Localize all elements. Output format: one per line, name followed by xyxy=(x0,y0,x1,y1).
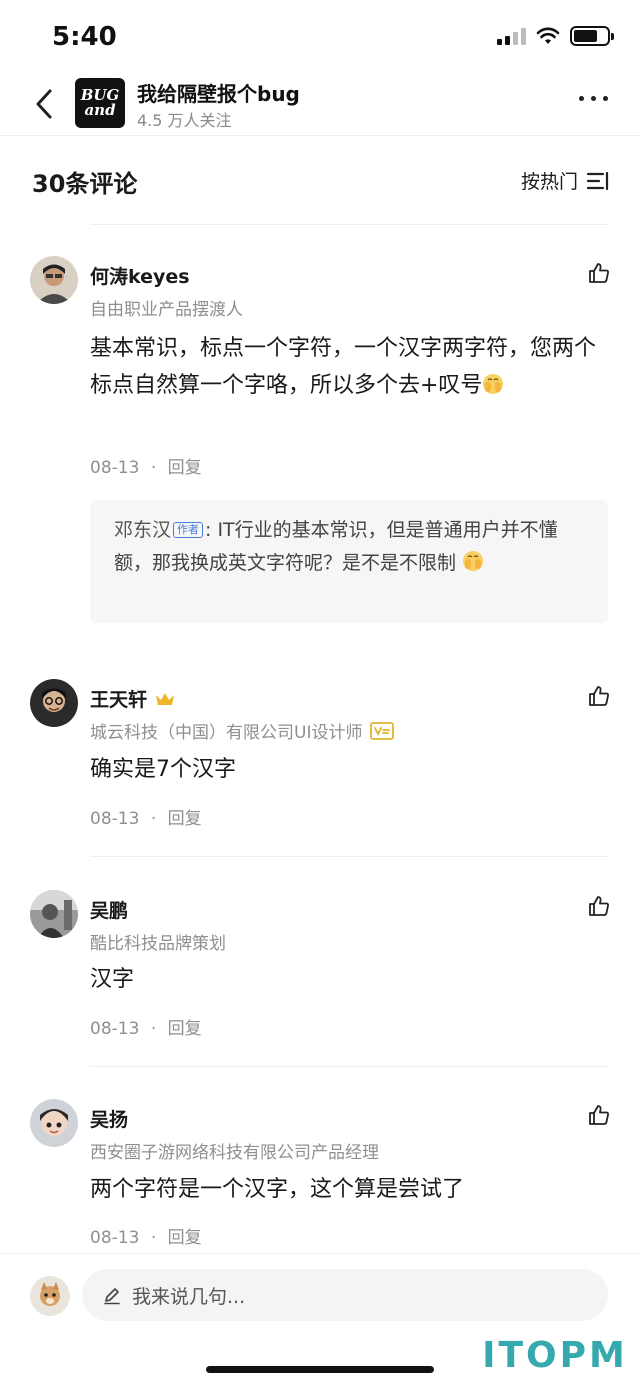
meta-separator: · xyxy=(150,1019,157,1039)
comment-meta: 08-13 · 回复 xyxy=(90,804,202,829)
more-dots-icon xyxy=(579,96,584,101)
comment-text: 两个字符是一个汉字，这个算是尝试了 xyxy=(90,1177,465,1202)
reply-link[interactable]: 回复 xyxy=(168,458,202,478)
avatar[interactable] xyxy=(30,679,78,727)
comment-meta: 08-13 · 回复 xyxy=(90,453,202,478)
sort-button[interactable]: 按热门 xyxy=(521,167,610,194)
divider xyxy=(90,224,608,225)
comment-author-title: 城云科技（中国）有限公司UI设计师 xyxy=(90,718,395,743)
comment-author-title-text: 城云科技（中国）有限公司UI设计师 xyxy=(90,723,363,743)
thumbs-up-icon[interactable] xyxy=(588,685,610,707)
comment-input-placeholder: 我来说几句... xyxy=(132,1285,246,1308)
meta-separator: · xyxy=(150,809,157,829)
signal-icon xyxy=(497,27,526,45)
topic-logo[interactable]: BUG and xyxy=(75,78,125,128)
comment-author[interactable]: 王天轩 xyxy=(90,685,175,712)
status-bar: 5:40 xyxy=(0,0,640,74)
comment-text-content: 基本常识，标点一个字符，一个汉字两字符，您两个标点自然算一个字咯，所以多个去+叹… xyxy=(90,336,597,398)
comment-text: 基本常识，标点一个字符，一个汉字两字符，您两个标点自然算一个字咯，所以多个去+叹… xyxy=(90,330,606,404)
reply-link[interactable]: 回复 xyxy=(168,1228,202,1248)
comment-date: 08-13 xyxy=(90,1019,140,1039)
comment-author[interactable]: 吴扬 xyxy=(90,1105,128,1132)
comment-author-title: 自由职业产品摆渡人 xyxy=(90,300,243,320)
sort-lines-icon xyxy=(586,171,609,190)
comments-header: 30条评论 按热门 xyxy=(0,137,640,225)
comment-input-bar: 我来说几句... ITOPM xyxy=(0,1253,640,1385)
chevron-left-icon xyxy=(36,89,52,119)
comment-text: 汉字 xyxy=(90,967,135,992)
comment-meta: 08-13 · 回复 xyxy=(90,1014,202,1039)
more-button[interactable] xyxy=(579,96,608,101)
watermark: ITOPM xyxy=(474,1329,636,1381)
thumbs-up-icon[interactable] xyxy=(588,262,610,284)
wifi-icon xyxy=(536,27,560,44)
comment-author[interactable]: 何涛keyes xyxy=(90,262,190,289)
v-badge-icon xyxy=(370,721,395,740)
comment-author-title: 西安圈子游网络科技有限公司产品经理 xyxy=(90,1143,379,1163)
avatar[interactable] xyxy=(30,256,78,304)
sort-label: 按热门 xyxy=(520,171,578,193)
avatar[interactable] xyxy=(30,1276,70,1316)
smile-emoji-icon xyxy=(463,551,484,571)
follower-count: 4.5 万人关注 xyxy=(137,111,232,130)
comment-meta: 08-13 · 回复 xyxy=(90,1223,202,1248)
smile-emoji-icon xyxy=(483,374,504,394)
divider xyxy=(90,1066,608,1067)
author-badge: 作者 xyxy=(173,522,204,538)
thumbs-up-icon[interactable] xyxy=(588,895,610,917)
home-indicator[interactable] xyxy=(206,1366,434,1373)
comment-text: 确实是7个汉字 xyxy=(90,757,236,782)
avatar[interactable] xyxy=(30,890,78,938)
avatar[interactable] xyxy=(30,1099,78,1147)
reply-author[interactable]: 邓东汉 xyxy=(114,519,171,541)
logo-text-bottom: and xyxy=(84,101,116,119)
status-icons xyxy=(497,26,614,46)
comments-count: 30条评论 xyxy=(32,170,138,198)
status-time: 5:40 xyxy=(52,22,117,52)
comment-date: 08-13 xyxy=(90,1228,140,1248)
battery-icon xyxy=(570,26,614,46)
reply-preview[interactable]: 邓东汉 作者: IT行业的基本常识，但是普通用户并不懂额，那我换成英文字符呢？是不… xyxy=(90,500,608,623)
meta-separator: · xyxy=(150,458,157,478)
comment-author-title: 酷比科技品牌策划 xyxy=(90,934,226,954)
comment-input[interactable]: 我来说几句... xyxy=(82,1269,608,1321)
crown-icon xyxy=(156,692,175,705)
meta-separator: · xyxy=(150,1228,157,1248)
pencil-icon xyxy=(104,1288,120,1305)
topic-header: BUG and 我给隔壁报个bug 4.5 万人关注 xyxy=(0,74,640,136)
thumbs-up-icon[interactable] xyxy=(588,1104,610,1126)
topic-title[interactable]: 我给隔壁报个bug xyxy=(137,78,300,107)
back-button[interactable] xyxy=(26,82,62,126)
reply-link[interactable]: 回复 xyxy=(168,1019,202,1039)
divider xyxy=(90,856,608,857)
comment-date: 08-13 xyxy=(90,809,140,829)
comment-author[interactable]: 吴鹏 xyxy=(90,896,128,923)
comment-date: 08-13 xyxy=(90,458,140,478)
comment-author-name: 王天轩 xyxy=(90,689,148,711)
reply-link[interactable]: 回复 xyxy=(168,809,202,829)
